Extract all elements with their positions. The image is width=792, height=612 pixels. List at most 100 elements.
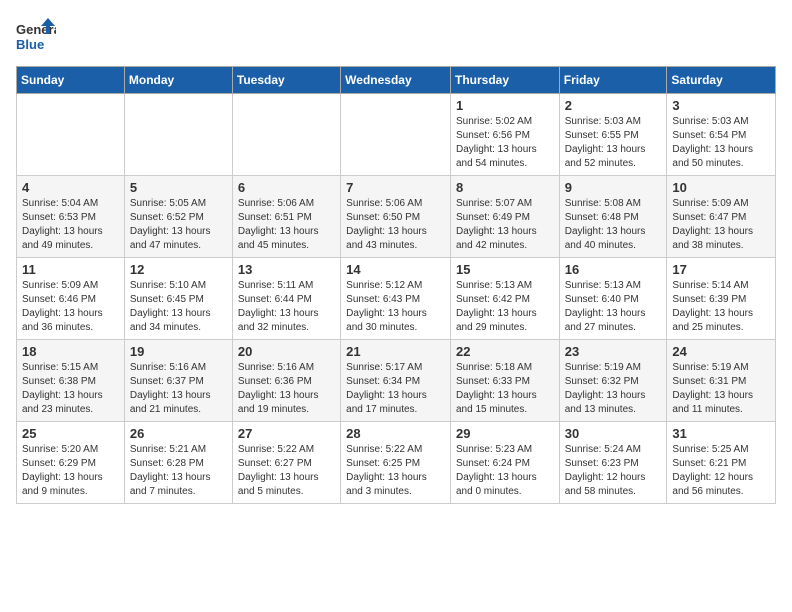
day-number: 20 (238, 344, 335, 359)
day-info: Sunrise: 5:03 AM Sunset: 6:54 PM Dayligh… (672, 115, 770, 171)
day-number: 23 (565, 344, 662, 359)
calendar-week-2: 4 Sunrise: 5:04 AM Sunset: 6:53 PM Daylig… (17, 176, 776, 258)
day-info: Sunrise: 5:06 AM Sunset: 6:50 PM Dayligh… (346, 197, 445, 253)
day-number: 19 (130, 344, 227, 359)
calendar-cell: 25 Sunrise: 5:20 AM Sunset: 6:29 PM Dayli… (17, 422, 125, 504)
day-number: 22 (456, 344, 554, 359)
day-info: Sunrise: 5:06 AM Sunset: 6:51 PM Dayligh… (238, 197, 335, 253)
calendar-cell: 19 Sunrise: 5:16 AM Sunset: 6:37 PM Dayli… (124, 340, 232, 422)
calendar-table: SundayMondayTuesdayWednesdayThursdayFrid… (16, 66, 776, 504)
header-wednesday: Wednesday (341, 67, 451, 94)
day-info: Sunrise: 5:04 AM Sunset: 6:53 PM Dayligh… (22, 197, 119, 253)
header-saturday: Saturday (667, 67, 776, 94)
calendar-cell: 13 Sunrise: 5:11 AM Sunset: 6:44 PM Dayli… (232, 258, 340, 340)
day-info: Sunrise: 5:09 AM Sunset: 6:47 PM Dayligh… (672, 197, 770, 253)
calendar-cell: 8 Sunrise: 5:07 AM Sunset: 6:49 PM Daylig… (450, 176, 559, 258)
calendar-cell (232, 94, 340, 176)
svg-text:Blue: Blue (16, 37, 44, 52)
calendar-cell: 21 Sunrise: 5:17 AM Sunset: 6:34 PM Dayli… (341, 340, 451, 422)
day-info: Sunrise: 5:13 AM Sunset: 6:40 PM Dayligh… (565, 279, 662, 335)
calendar-cell: 31Sunrise: 5:25 AM Sunset: 6:21 PM Dayli… (667, 422, 776, 504)
day-info: Sunrise: 5:19 AM Sunset: 6:31 PM Dayligh… (672, 361, 770, 417)
calendar-cell: 29Sunrise: 5:23 AM Sunset: 6:24 PM Dayli… (450, 422, 559, 504)
calendar-cell: 6Sunrise: 5:06 AM Sunset: 6:51 PM Daylig… (232, 176, 340, 258)
day-number: 3 (672, 98, 770, 113)
calendar-week-4: 18 Sunrise: 5:15 AM Sunset: 6:38 PM Dayli… (17, 340, 776, 422)
day-info: Sunrise: 5:17 AM Sunset: 6:34 PM Dayligh… (346, 361, 445, 417)
header-friday: Friday (559, 67, 667, 94)
header-thursday: Thursday (450, 67, 559, 94)
calendar-week-1: 1Sunrise: 5:02 AM Sunset: 6:56 PM Daylig… (17, 94, 776, 176)
calendar-cell (17, 94, 125, 176)
calendar-header-row: SundayMondayTuesdayWednesdayThursdayFrid… (17, 67, 776, 94)
day-info: Sunrise: 5:07 AM Sunset: 6:49 PM Dayligh… (456, 197, 554, 253)
day-info: Sunrise: 5:16 AM Sunset: 6:36 PM Dayligh… (238, 361, 335, 417)
calendar-cell: 12Sunrise: 5:10 AM Sunset: 6:45 PM Dayli… (124, 258, 232, 340)
day-info: Sunrise: 5:18 AM Sunset: 6:33 PM Dayligh… (456, 361, 554, 417)
day-number: 11 (22, 262, 119, 277)
day-number: 28 (346, 426, 445, 441)
calendar-cell: 23 Sunrise: 5:19 AM Sunset: 6:32 PM Dayli… (559, 340, 667, 422)
calendar-cell: 10 Sunrise: 5:09 AM Sunset: 6:47 PM Dayli… (667, 176, 776, 258)
day-info: Sunrise: 5:19 AM Sunset: 6:32 PM Dayligh… (565, 361, 662, 417)
calendar-cell: 24 Sunrise: 5:19 AM Sunset: 6:31 PM Dayli… (667, 340, 776, 422)
day-number: 10 (672, 180, 770, 195)
calendar-cell: 18 Sunrise: 5:15 AM Sunset: 6:38 PM Dayli… (17, 340, 125, 422)
calendar-week-3: 11 Sunrise: 5:09 AM Sunset: 6:46 PM Dayli… (17, 258, 776, 340)
day-number: 9 (565, 180, 662, 195)
day-number: 13 (238, 262, 335, 277)
day-info: Sunrise: 5:05 AM Sunset: 6:52 PM Dayligh… (130, 197, 227, 253)
calendar-cell: 22 Sunrise: 5:18 AM Sunset: 6:33 PM Dayli… (450, 340, 559, 422)
calendar-cell (341, 94, 451, 176)
day-number: 15 (456, 262, 554, 277)
day-info: Sunrise: 5:25 AM Sunset: 6:21 PM Dayligh… (672, 443, 770, 499)
calendar-cell: 30Sunrise: 5:24 AM Sunset: 6:23 PM Dayli… (559, 422, 667, 504)
calendar-cell: 17 Sunrise: 5:14 AM Sunset: 6:39 PM Dayli… (667, 258, 776, 340)
day-number: 2 (565, 98, 662, 113)
day-number: 5 (130, 180, 227, 195)
day-number: 1 (456, 98, 554, 113)
header: General Blue (16, 16, 776, 56)
day-info: Sunrise: 5:22 AM Sunset: 6:27 PM Dayligh… (238, 443, 335, 499)
day-info: Sunrise: 5:08 AM Sunset: 6:48 PM Dayligh… (565, 197, 662, 253)
logo-graphic: General Blue (16, 16, 56, 56)
day-info: Sunrise: 5:16 AM Sunset: 6:37 PM Dayligh… (130, 361, 227, 417)
day-info: Sunrise: 5:09 AM Sunset: 6:46 PM Dayligh… (22, 279, 119, 335)
day-info: Sunrise: 5:20 AM Sunset: 6:29 PM Dayligh… (22, 443, 119, 499)
day-info: Sunrise: 5:12 AM Sunset: 6:43 PM Dayligh… (346, 279, 445, 335)
day-info: Sunrise: 5:13 AM Sunset: 6:42 PM Dayligh… (456, 279, 554, 335)
day-info: Sunrise: 5:14 AM Sunset: 6:39 PM Dayligh… (672, 279, 770, 335)
day-number: 16 (565, 262, 662, 277)
calendar-cell: 20 Sunrise: 5:16 AM Sunset: 6:36 PM Dayli… (232, 340, 340, 422)
calendar-cell: 16 Sunrise: 5:13 AM Sunset: 6:40 PM Dayli… (559, 258, 667, 340)
calendar-cell: 27 Sunrise: 5:22 AM Sunset: 6:27 PM Dayli… (232, 422, 340, 504)
calendar-cell: 11 Sunrise: 5:09 AM Sunset: 6:46 PM Dayli… (17, 258, 125, 340)
day-number: 7 (346, 180, 445, 195)
header-monday: Monday (124, 67, 232, 94)
header-sunday: Sunday (17, 67, 125, 94)
day-number: 25 (22, 426, 119, 441)
calendar-cell: 14Sunrise: 5:12 AM Sunset: 6:43 PM Dayli… (341, 258, 451, 340)
day-number: 17 (672, 262, 770, 277)
day-number: 21 (346, 344, 445, 359)
header-tuesday: Tuesday (232, 67, 340, 94)
calendar-cell: 7 Sunrise: 5:06 AM Sunset: 6:50 PM Daylig… (341, 176, 451, 258)
day-info: Sunrise: 5:21 AM Sunset: 6:28 PM Dayligh… (130, 443, 227, 499)
day-info: Sunrise: 5:03 AM Sunset: 6:55 PM Dayligh… (565, 115, 662, 171)
calendar-cell: 2 Sunrise: 5:03 AM Sunset: 6:55 PM Daylig… (559, 94, 667, 176)
day-info: Sunrise: 5:11 AM Sunset: 6:44 PM Dayligh… (238, 279, 335, 335)
calendar-cell: 4 Sunrise: 5:04 AM Sunset: 6:53 PM Daylig… (17, 176, 125, 258)
calendar-cell: 15 Sunrise: 5:13 AM Sunset: 6:42 PM Dayli… (450, 258, 559, 340)
day-number: 8 (456, 180, 554, 195)
calendar-cell (124, 94, 232, 176)
day-number: 30 (565, 426, 662, 441)
calendar-cell: 1Sunrise: 5:02 AM Sunset: 6:56 PM Daylig… (450, 94, 559, 176)
day-number: 24 (672, 344, 770, 359)
calendar-cell: 9 Sunrise: 5:08 AM Sunset: 6:48 PM Daylig… (559, 176, 667, 258)
day-number: 4 (22, 180, 119, 195)
day-info: Sunrise: 5:15 AM Sunset: 6:38 PM Dayligh… (22, 361, 119, 417)
day-number: 27 (238, 426, 335, 441)
day-info: Sunrise: 5:10 AM Sunset: 6:45 PM Dayligh… (130, 279, 227, 335)
calendar-cell: 3 Sunrise: 5:03 AM Sunset: 6:54 PM Daylig… (667, 94, 776, 176)
day-number: 18 (22, 344, 119, 359)
